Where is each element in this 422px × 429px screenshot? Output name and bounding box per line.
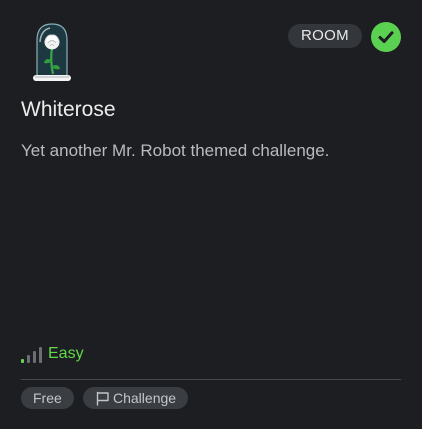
tag-challenge-label: Challenge — [113, 390, 177, 406]
white-rose-bell-jar-icon — [24, 20, 80, 84]
difficulty-label: Easy — [48, 345, 84, 362]
tag-free: Free — [21, 387, 74, 409]
room-title[interactable]: Whiterose — [21, 98, 116, 122]
check-circle-icon — [371, 22, 401, 52]
signal-bars-icon — [21, 347, 42, 363]
divider — [21, 379, 401, 380]
tag-challenge: Challenge — [83, 387, 189, 409]
tag-free-label: Free — [33, 390, 62, 406]
room-type-badge: ROOM — [288, 24, 362, 48]
difficulty-indicator: Easy — [21, 344, 84, 364]
room-description: Yet another Mr. Robot themed challenge. — [21, 141, 330, 160]
room-card[interactable]: ROOM Whiterose Yet another Mr. Robot the… — [0, 0, 422, 429]
flag-icon — [96, 391, 109, 406]
